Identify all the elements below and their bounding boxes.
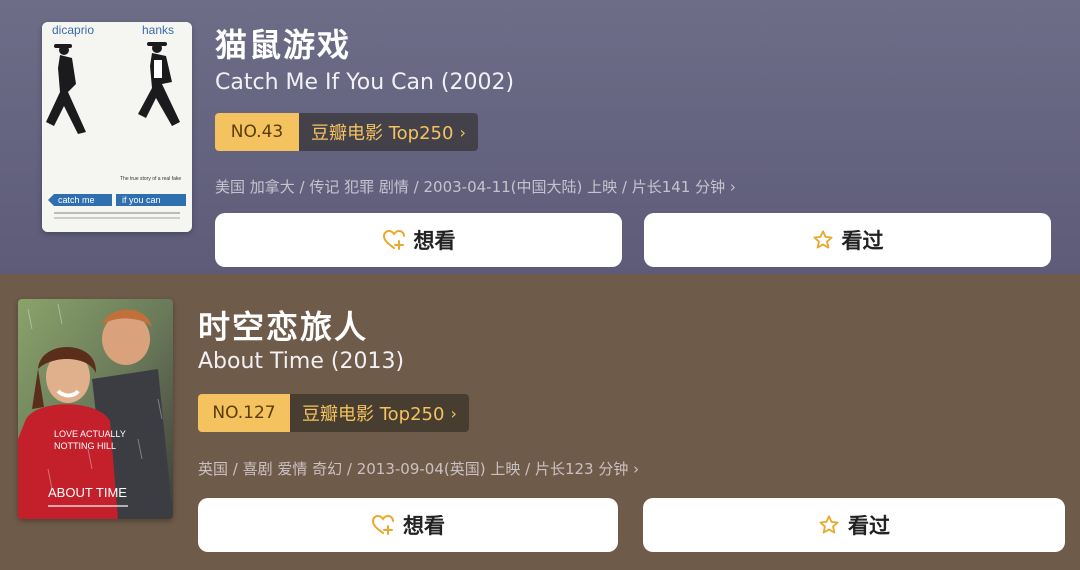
- movie-poster[interactable]: LOVE ACTUALLY NOTTING HILL ABOUT TIME: [18, 299, 173, 519]
- watched-button[interactable]: 看过: [644, 213, 1051, 267]
- top250-rank-badge[interactable]: NO.127 豆瓣电影 Top250 ›: [198, 394, 469, 432]
- rank-list-label: 豆瓣电影 Top250: [302, 404, 445, 425]
- poster-tagline: The true story of a real fake: [120, 176, 181, 182]
- poster-tagline-2: NOTTING HILL: [54, 441, 116, 451]
- movie-card-catch-me-if-you-can: dicaprio hanks The true story of a real …: [0, 0, 1080, 274]
- want-to-watch-button[interactable]: 想看: [215, 213, 622, 267]
- poster-actor-left: dicaprio: [52, 23, 94, 37]
- poster-actor-right: hanks: [142, 23, 174, 37]
- poster-title-left: catch me: [58, 195, 95, 205]
- star-outline-icon: [812, 230, 833, 249]
- rank-list-link[interactable]: 豆瓣电影 Top250 ›: [299, 113, 478, 151]
- rank-number: NO.43: [215, 113, 299, 151]
- chevron-right-icon: ›: [459, 122, 466, 142]
- seen-label: 看过: [848, 514, 890, 538]
- star-outline-icon: [819, 515, 839, 534]
- poster-artwork: dicaprio hanks The true story of a real …: [42, 22, 192, 232]
- chevron-right-icon: ›: [450, 403, 457, 423]
- movie-title: 时空恋旅人: [198, 308, 369, 346]
- heart-plus-icon: [382, 229, 405, 250]
- movie-card-about-time: LOVE ACTUALLY NOTTING HILL ABOUT TIME 时空…: [0, 274, 1080, 570]
- movie-meta-text: 美国 加拿大 / 传记 犯罪 剧情 / 2003-04-11(中国大陆) 上映 …: [215, 178, 726, 196]
- want-label: 想看: [403, 514, 445, 538]
- watched-button[interactable]: 看过: [643, 498, 1065, 552]
- seen-label: 看过: [841, 229, 884, 253]
- top250-rank-badge[interactable]: NO.43 豆瓣电影 Top250 ›: [215, 113, 478, 151]
- want-to-watch-button[interactable]: 想看: [198, 498, 618, 552]
- movie-poster[interactable]: dicaprio hanks The true story of a real …: [42, 22, 192, 232]
- poster-tagline-1: LOVE ACTUALLY: [54, 429, 126, 439]
- movie-meta-text: 英国 / 喜剧 爱情 奇幻 / 2013-09-04(英国) 上映 / 片长12…: [198, 460, 629, 478]
- movie-meta-info[interactable]: 英国 / 喜剧 爱情 奇幻 / 2013-09-04(英国) 上映 / 片长12…: [198, 458, 639, 479]
- poster-title-right: if you can: [122, 195, 161, 205]
- rank-list-label: 豆瓣电影 Top250: [311, 123, 454, 144]
- movie-original-title: About Time (2013): [198, 349, 405, 374]
- chevron-right-icon: ›: [633, 460, 640, 478]
- want-label: 想看: [413, 229, 456, 253]
- rank-number: NO.127: [198, 394, 290, 432]
- movie-title: 猫鼠游戏: [215, 26, 352, 64]
- heart-plus-icon: [371, 514, 394, 535]
- movie-original-title: Catch Me If You Can (2002): [215, 70, 515, 95]
- chevron-right-icon: ›: [729, 178, 736, 196]
- poster-title: ABOUT TIME: [48, 485, 127, 500]
- rank-list-link[interactable]: 豆瓣电影 Top250 ›: [290, 394, 469, 432]
- movie-meta-info[interactable]: 美国 加拿大 / 传记 犯罪 剧情 / 2003-04-11(中国大陆) 上映 …: [215, 176, 736, 197]
- poster-artwork: LOVE ACTUALLY NOTTING HILL ABOUT TIME: [18, 299, 173, 519]
